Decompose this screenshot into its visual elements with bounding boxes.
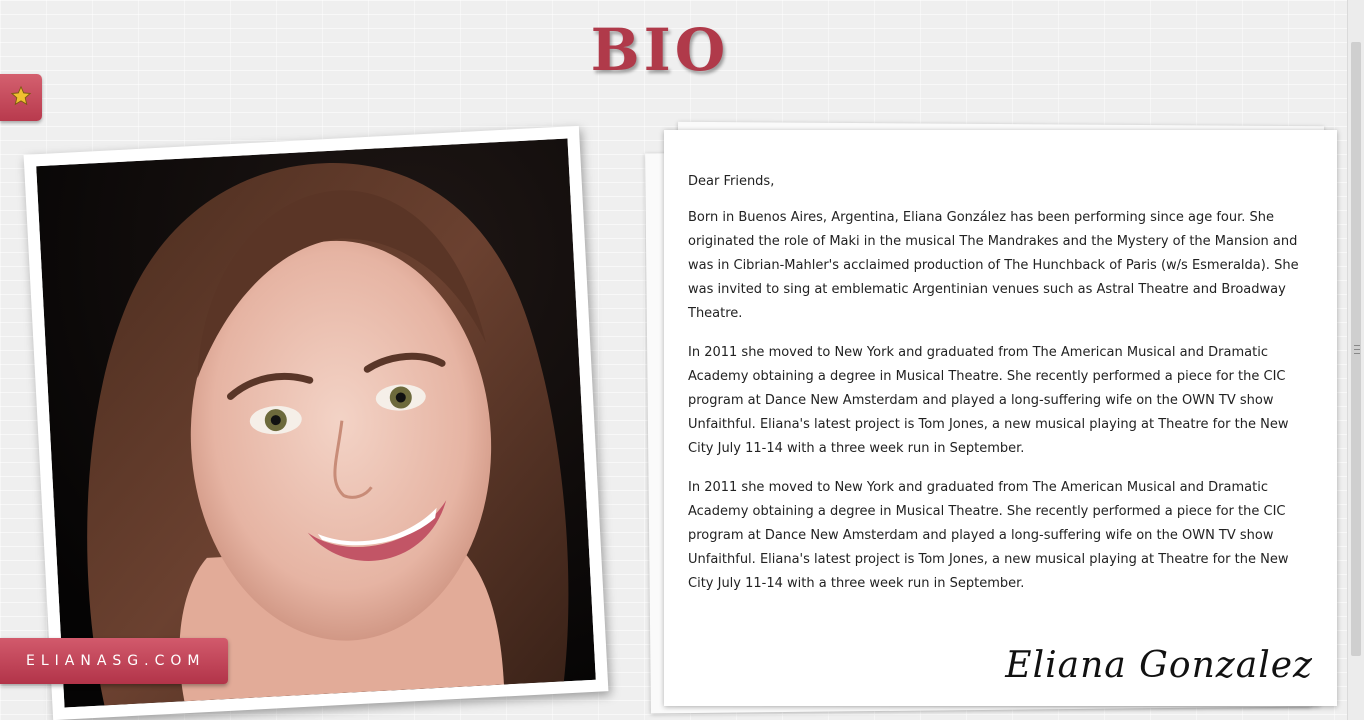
site-link-button[interactable]: ELIANASG.COM: [0, 638, 228, 684]
scrollbar-grip-icon: [1354, 345, 1360, 354]
vertical-scrollbar[interactable]: [1347, 0, 1364, 720]
letter-paragraph: In 2011 she moved to New York and gradua…: [688, 480, 1289, 591]
letter-paragraph: In 2011 she moved to New York and gradua…: [688, 345, 1289, 456]
page-title: BIO: [590, 16, 730, 84]
star-icon: [10, 85, 32, 111]
signature: Eliana Gonzalez: [1005, 645, 1313, 686]
letter-greeting: Dear Friends,: [688, 174, 775, 189]
portrait-photo: [36, 138, 596, 708]
letter-paragraph: Born in Buenos Aires, Argentina, Eliana …: [688, 210, 1299, 321]
favorites-tab[interactable]: [0, 74, 42, 121]
portrait-photo-frame: [23, 125, 609, 720]
bio-letter: Dear Friends, Born in Buenos Aires, Arge…: [664, 130, 1337, 706]
